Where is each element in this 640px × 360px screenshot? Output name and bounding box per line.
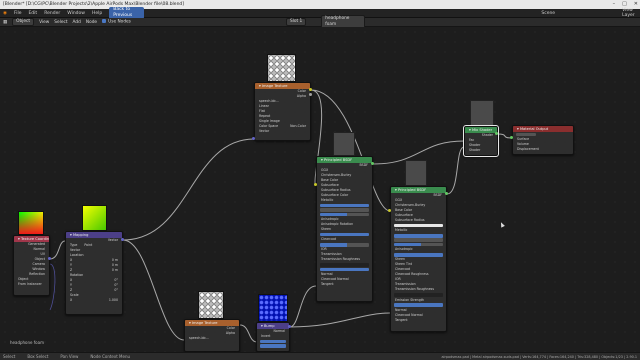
socket-icon[interactable]: [121, 238, 124, 241]
location-z-axis: Z: [70, 268, 73, 272]
subsurface-color-field-2[interactable]: [394, 223, 443, 228]
roughness-slider[interactable]: [320, 212, 369, 217]
status-select: Select: [3, 354, 16, 359]
location-x-axis: X: [70, 258, 73, 262]
socket-icon[interactable]: [495, 132, 498, 135]
row-emission-strength-2[interactable]: Emission Strength: [391, 298, 446, 303]
rotation-y-axis: Y: [70, 283, 72, 287]
row-clearcoat[interactable]: Clearcoat: [317, 237, 372, 242]
from-instancer-checkbox[interactable]: From Instancer: [14, 282, 49, 287]
location-y-axis: Y: [70, 263, 72, 267]
image-selector-bottom[interactable]: speech-bb...: [185, 336, 239, 341]
clearcoat-roughness-slider[interactable]: [320, 242, 369, 247]
row-tangent-2: Tangent: [395, 317, 408, 322]
link-texcoord-mapping-2: [49, 263, 56, 311]
mapping-node[interactable]: ▾ Mapping Vector Type Point Vector Locat…: [65, 231, 123, 315]
socket-icon[interactable]: [252, 137, 255, 140]
emission-color-field-2[interactable]: [394, 293, 443, 297]
row-metallic[interactable]: Metallic: [317, 198, 372, 203]
specular-tint-slider[interactable]: [320, 208, 369, 212]
row-anisotropic-2[interactable]: Anisotropic: [391, 247, 446, 252]
socket-icon[interactable]: [510, 136, 513, 139]
specular-slider-2[interactable]: [394, 233, 443, 238]
principled-bsdf-node-2[interactable]: ▾ Principled BSDF BSDF GGX Christensen-B…: [390, 186, 447, 332]
link-texcoord-mapping: [49, 240, 66, 260]
row-subsurface-radius-2[interactable]: Subsurface Radius: [391, 218, 446, 223]
rotation-z-axis: Z: [70, 288, 73, 292]
vector-input-label: Vector: [259, 129, 270, 133]
scale-x-axis: X: [70, 298, 73, 302]
link-principled-2-mix: [446, 146, 465, 195]
image-texture-node-bottom[interactable]: ▾ Image Texture Color Alpha speech-bb...: [184, 319, 240, 352]
socket-icon[interactable]: [445, 192, 448, 195]
type-label: Type: [70, 243, 78, 247]
texcoord-preview: [18, 211, 44, 235]
principled-preview-1: [333, 132, 355, 156]
material-output-header[interactable]: ▾ Material Output: [513, 126, 573, 132]
image-name-bottom: speech-bb...: [189, 336, 209, 340]
bump-node[interactable]: ▾ Bump Normal Invert: [256, 322, 290, 352]
emission-color-field[interactable]: [320, 263, 369, 267]
socket-icon[interactable]: [309, 93, 312, 96]
row-transmission-roughness-2[interactable]: Transmission Roughness: [391, 287, 446, 292]
socket-icon[interactable]: [314, 183, 317, 186]
image-texture-node-top[interactable]: ▾ Image Texture Color Alpha speech-bb...…: [254, 82, 311, 141]
mapping-preview: [82, 205, 107, 231]
scale-x-field[interactable]: X 1.000: [66, 298, 122, 303]
specular-slider[interactable]: [320, 203, 369, 208]
specular-tint-slider-2[interactable]: [394, 238, 443, 242]
texture-coordinate-node[interactable]: ▾ Texture Coordinate Generated Normal UV…: [13, 235, 50, 296]
material-preview-thumbnail: [470, 100, 494, 126]
image-name: speech-bb...: [259, 99, 279, 103]
object-field-label: Object: [18, 277, 29, 281]
row-transmission-roughness[interactable]: Transmission Roughness: [317, 257, 372, 262]
image-texture-preview-top: [267, 54, 296, 82]
material-output-node[interactable]: ▾ Material Output Surface Volume Displac…: [512, 125, 574, 155]
status-context-menu: Node Context Menu: [90, 354, 131, 359]
color-space-label: Color Space: [259, 124, 279, 128]
image-texture-preview-bottom: [198, 291, 224, 319]
frame-label: headphone foam: [10, 340, 44, 345]
invert-checkbox[interactable]: Invert: [257, 334, 289, 339]
scale-x-value: 1.000: [108, 298, 118, 302]
status-pan-view: Pan View: [60, 354, 79, 359]
link-mapping-imgtex-bottom: [122, 239, 185, 341]
shader-input-2-label: Shader: [469, 148, 481, 152]
socket-icon[interactable]: [48, 257, 51, 260]
socket-icon[interactable]: [288, 325, 291, 328]
sheen-tint-slider[interactable]: [320, 232, 369, 237]
target-dropdown[interactable]: [516, 132, 536, 137]
link-mapping-imgtex-top: [122, 138, 255, 241]
mix-shader-node[interactable]: ▾ Mix Shader Shader Fac Shader Shader: [463, 125, 499, 157]
rotation-x-axis: X: [70, 278, 73, 282]
scene-statistics: airpodsmax.pad | Metal airpodsmax.suds.p…: [441, 354, 637, 359]
status-box-select: Box Select: [27, 354, 49, 359]
type-value: Point: [84, 243, 93, 247]
socket-icon[interactable]: [309, 88, 312, 91]
link-bump-principled-1: [289, 285, 317, 328]
socket-icon[interactable]: [371, 162, 374, 165]
status-bar: Select Box Select Pan View Node Context …: [0, 352, 640, 360]
socket-icon[interactable]: [388, 209, 391, 212]
from-instancer-label: From Instancer: [18, 282, 42, 286]
anisotropic-rotation-slider-2[interactable]: [394, 252, 443, 257]
alpha-slider[interactable]: [320, 267, 369, 272]
strength-slider[interactable]: [260, 339, 286, 344]
row-tangent: Tangent: [321, 281, 334, 286]
link-bump-principled-2: [289, 312, 391, 328]
roughness-slider-2[interactable]: [394, 242, 443, 247]
distance-slider[interactable]: [260, 344, 286, 348]
row-sheen[interactable]: Sheen: [317, 227, 372, 232]
link-imgtex-bump: [239, 324, 258, 343]
principled-preview-2: [405, 160, 427, 186]
displacement-socket-label: Displacement: [517, 147, 539, 152]
row-metallic-2[interactable]: Metallic: [391, 228, 446, 233]
alpha-slider-2[interactable]: [394, 303, 443, 307]
bump-preview: [258, 294, 288, 322]
principled-bsdf-node-1[interactable]: ▾ Principled BSDF BSDF GGX Christensen-B…: [316, 156, 373, 302]
